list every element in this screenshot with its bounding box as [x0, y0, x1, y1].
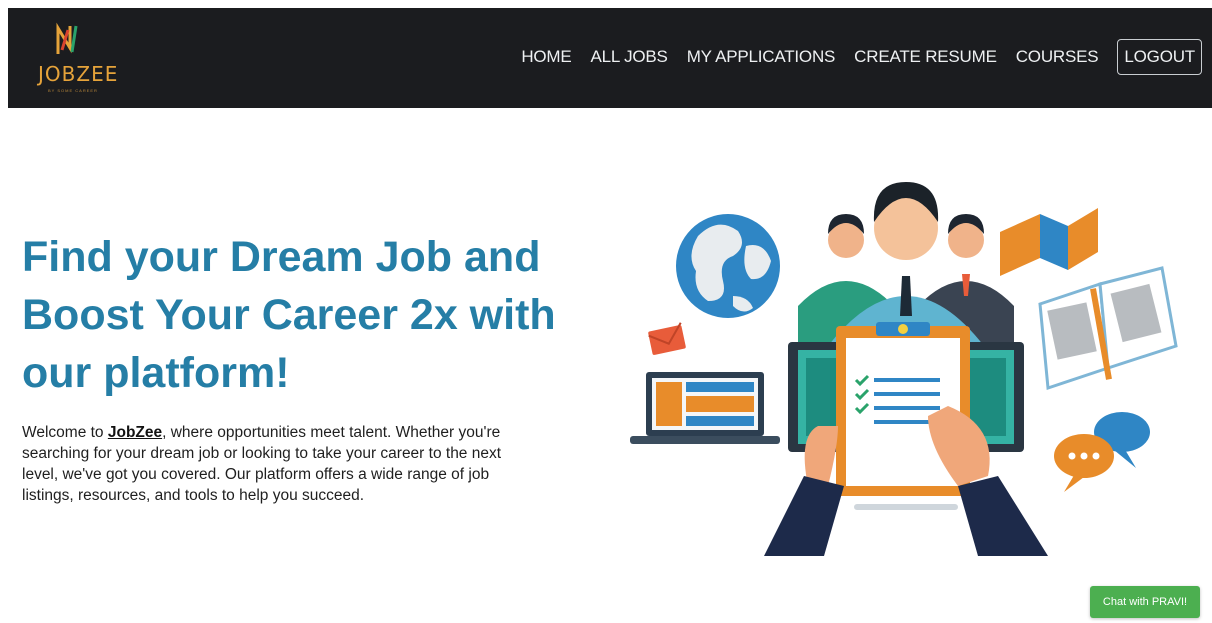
logo-mark-icon	[56, 22, 78, 54]
book-icon	[1038, 266, 1178, 391]
globe-icon	[676, 214, 780, 318]
intro-prefix: Welcome to	[22, 424, 108, 441]
nav-create-resume[interactable]: CREATE RESUME	[854, 47, 997, 67]
jobzee-logo[interactable]: JOBZEE BY SOME CAREER	[34, 20, 117, 100]
logout-button[interactable]: LOGOUT	[1117, 39, 1202, 75]
job-search-illustration	[630, 182, 1178, 556]
intro-brand-link[interactable]: JobZee	[108, 424, 162, 441]
chat-widget-button[interactable]: Chat with PRAVI!	[1090, 586, 1200, 618]
laptop-icon	[630, 372, 780, 444]
hero-title: Find your Dream Job and Boost Your Caree…	[22, 233, 556, 397]
chat-bubbles-icon	[1054, 412, 1150, 492]
map-icon	[1000, 208, 1098, 276]
envelope-icon	[648, 322, 686, 355]
nav-my-applications[interactable]: MY APPLICATIONS	[687, 47, 836, 67]
hero-intro: Welcome to JobZee, where opportunities m…	[22, 422, 502, 506]
nav-courses[interactable]: COURSES	[1016, 47, 1099, 67]
main-nav: HOME ALL JOBS MY APPLICATIONS CREATE RES…	[502, 39, 1202, 75]
logo-text: JOBZEE	[38, 62, 119, 86]
logo-tagline: BY SOME CAREER	[48, 88, 98, 93]
nav-home[interactable]: HOME	[521, 47, 571, 67]
nav-all-jobs[interactable]: ALL JOBS	[591, 47, 668, 67]
navbar: JOBZEE BY SOME CAREER HOME ALL JOBS MY A…	[8, 8, 1212, 108]
